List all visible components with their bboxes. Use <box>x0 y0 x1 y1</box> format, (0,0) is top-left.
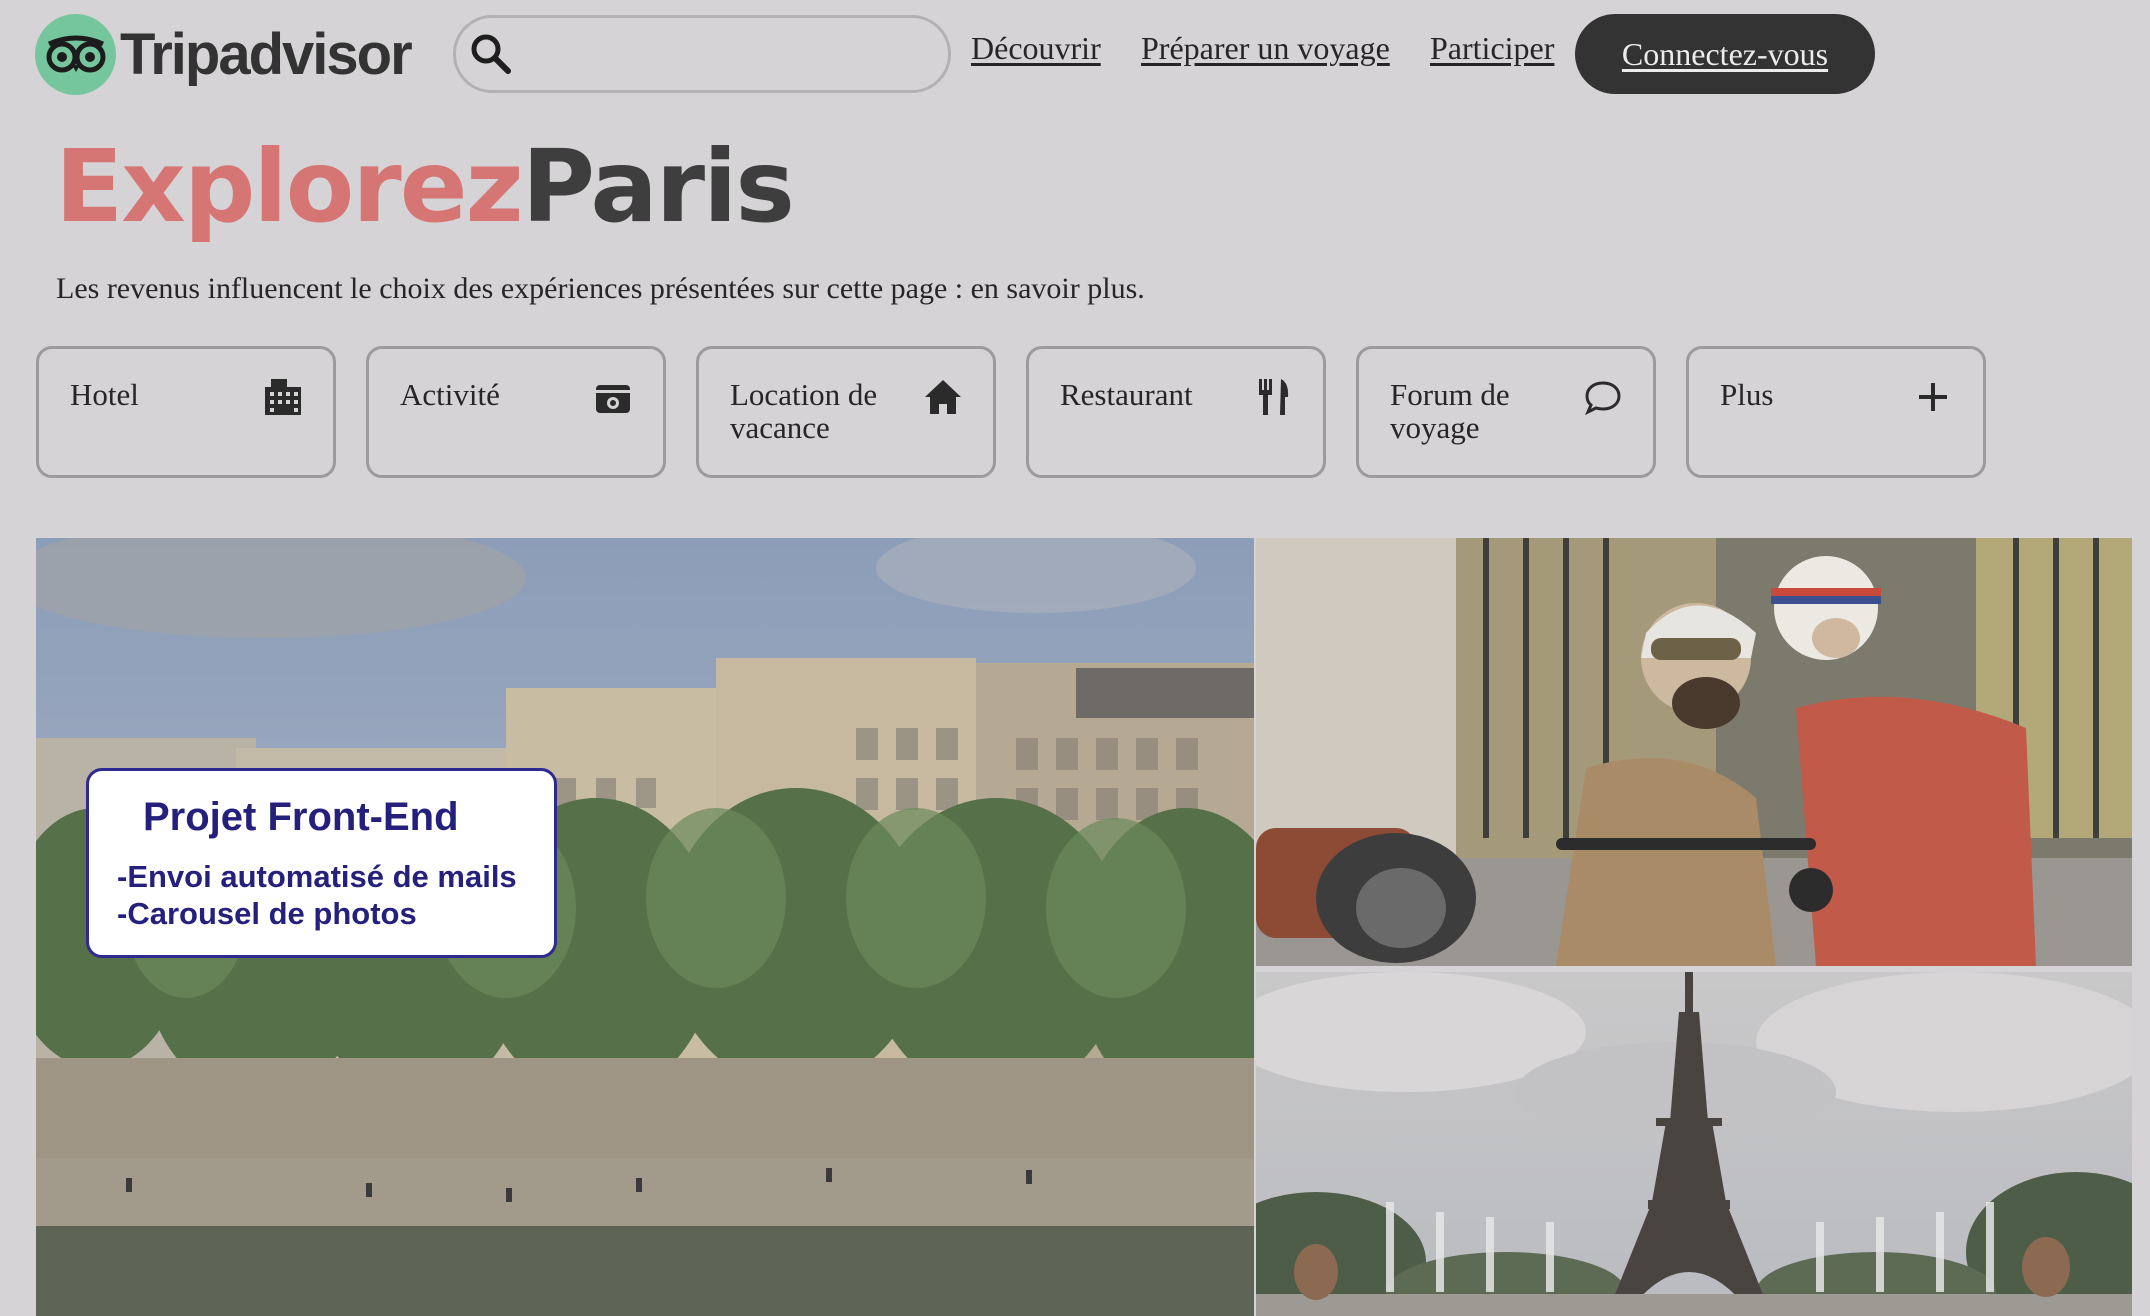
category-hotel-button[interactable]: Hotel <box>36 346 336 478</box>
ticket-icon <box>596 385 630 413</box>
logo-text: Tripadvisor <box>120 22 413 87</box>
page-title: ExplorezParis <box>55 128 795 245</box>
hotel-icon <box>265 379 301 415</box>
category-label: Location de vacance <box>730 377 878 445</box>
home-icon <box>925 380 961 414</box>
project-feature-mails: -Envoi automatisé de mails <box>117 859 517 894</box>
category-restaurant-button[interactable]: Restaurant <box>1026 346 1326 478</box>
photo-sidecar-riders[interactable] <box>1256 538 2132 966</box>
tripadvisor-logo[interactable]: Tripadvisor <box>35 14 413 95</box>
photo-eiffel-tower[interactable] <box>1256 972 2132 1316</box>
revenue-disclaimer: Les revenus influencent le choix des exp… <box>56 272 1145 305</box>
page: Tripadvisor Découvrir Préparer un voyage… <box>0 0 2150 1316</box>
login-button[interactable]: Connectez-vous <box>1575 14 1875 94</box>
category-label: Activité <box>400 377 500 412</box>
owl-logo-icon <box>35 14 116 95</box>
title-paris: Paris <box>521 128 795 245</box>
category-label: Hotel <box>70 377 139 412</box>
nav-link-participer[interactable]: Participer <box>1430 30 1554 67</box>
category-forum-button[interactable]: Forum de voyage <box>1356 346 1656 478</box>
category-plus-button[interactable]: Plus <box>1686 346 1986 478</box>
project-feature-carousel: -Carousel de photos <box>117 896 417 931</box>
category-label: Forum de voyage <box>1390 377 1510 445</box>
category-label: Restaurant <box>1060 377 1193 412</box>
chat-bubble-icon <box>1585 381 1621 416</box>
title-explorez: Explorez <box>55 128 524 245</box>
utensils-icon <box>1259 379 1289 415</box>
nav-link-decouvrir[interactable]: Découvrir <box>971 30 1101 67</box>
project-title: Projet Front-End <box>143 795 459 839</box>
nav-link-preparer-voyage[interactable]: Préparer un voyage <box>1141 30 1390 67</box>
category-location-vacance-button[interactable]: Location de vacance <box>696 346 996 478</box>
plus-icon <box>1919 383 1947 411</box>
category-activite-button[interactable]: Activité <box>366 346 666 478</box>
project-info-card: Projet Front-End -Envoi automatisé de ma… <box>86 768 557 958</box>
search-icon <box>471 34 511 74</box>
search-input[interactable] <box>453 15 951 93</box>
category-label: Plus <box>1720 377 1774 412</box>
